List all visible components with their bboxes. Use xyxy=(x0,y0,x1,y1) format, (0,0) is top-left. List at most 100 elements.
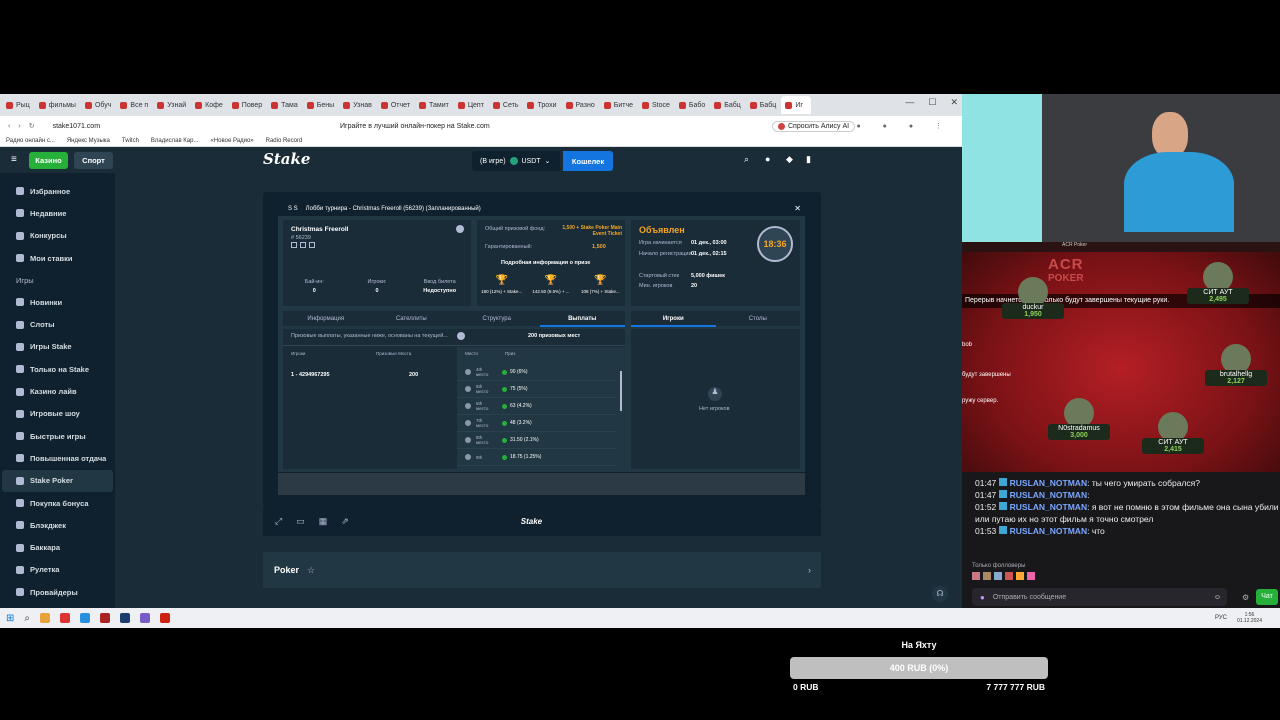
browser-tab[interactable]: Кофе xyxy=(191,96,227,114)
lobby-tab[interactable]: Выплаты xyxy=(540,316,626,322)
emote-icon[interactable] xyxy=(994,572,1002,580)
search-icon[interactable]: ⌕ xyxy=(744,154,749,165)
sidebar-item[interactable]: Игры Stake xyxy=(0,336,115,358)
emote-icon[interactable] xyxy=(1016,572,1024,580)
star-icon[interactable]: ☆ xyxy=(307,565,315,576)
sidebar-item[interactable]: Казино лайв xyxy=(0,380,115,402)
maximize-icon[interactable]: ☐ xyxy=(928,97,936,108)
chat-panel-icon[interactable]: ▮ xyxy=(806,154,811,165)
browser-tab[interactable]: Иг xyxy=(781,96,812,114)
browser-tab[interactable]: Рыц xyxy=(2,96,34,114)
sidebar-item[interactable]: Игровые шоу xyxy=(0,403,115,425)
sidebar-item[interactable]: Только на Stake xyxy=(0,358,115,380)
support-icon[interactable]: ☊ xyxy=(932,586,948,602)
sport-button[interactable]: Спорт xyxy=(74,152,113,169)
balance-selector[interactable]: (В игре) USDT ⌄ xyxy=(472,151,560,171)
obs-icon[interactable] xyxy=(140,613,150,623)
browser-tab[interactable]: Цепт xyxy=(454,96,488,114)
lang-indicator[interactable]: РУС xyxy=(1215,615,1227,621)
minimize-icon[interactable]: — xyxy=(905,97,914,108)
browser-tab[interactable]: Stoce xyxy=(638,96,674,114)
sidebar-item[interactable]: Рулетка xyxy=(0,559,115,581)
clock[interactable]: 1:56 01.12.2024 xyxy=(1237,612,1262,624)
stake-logo[interactable]: Stake xyxy=(263,150,310,168)
theatre-icon[interactable]: ▭ xyxy=(296,516,305,527)
casino-button[interactable]: Казино xyxy=(29,152,68,169)
browser-tab[interactable]: Бабо xyxy=(675,96,709,114)
info-icon[interactable] xyxy=(456,225,464,233)
mic-icon[interactable]: ● xyxy=(980,593,985,602)
bookmark-link[interactable]: Владислав Кар... xyxy=(151,138,199,144)
record-icon[interactable] xyxy=(160,613,170,623)
sidebar-item[interactable]: Провайдеры xyxy=(0,581,115,603)
wallet-button[interactable]: Кошелек xyxy=(563,151,613,171)
browser-tab[interactable]: Битче xyxy=(600,96,637,114)
message-user[interactable]: RUSLAN_NOTMAN xyxy=(1010,502,1087,512)
folder-icon[interactable] xyxy=(40,613,50,623)
browser-tab[interactable]: Обуч xyxy=(81,96,115,114)
lobby-close-icon[interactable]: ✕ xyxy=(794,204,801,213)
browser-tab[interactable]: Узнай xyxy=(153,96,190,114)
browser-tab[interactable]: Узнав xyxy=(339,96,376,114)
chat-input[interactable]: ● Отправить сообщение ☺ xyxy=(972,588,1227,606)
menu-icon[interactable]: ≡ xyxy=(11,154,17,165)
bookmark-link[interactable]: «Новое Радио» xyxy=(210,138,253,144)
emote-icon[interactable] xyxy=(1005,572,1013,580)
user-icon[interactable]: ● xyxy=(765,154,770,164)
app-icon[interactable] xyxy=(100,613,110,623)
browser-tab[interactable]: фильмы xyxy=(35,96,80,114)
players-tab[interactable]: Игроки xyxy=(631,316,716,322)
forward-icon[interactable]: › xyxy=(18,123,20,130)
sidebar-item[interactable]: Баккара xyxy=(0,536,115,558)
windows-icon[interactable]: ⊞ xyxy=(6,613,14,624)
yandex-icon[interactable] xyxy=(60,613,70,623)
browser-tab[interactable]: Сеть xyxy=(489,96,523,114)
prize-info-link[interactable]: Подробная информация о призе xyxy=(501,260,590,266)
sidebar-item[interactable]: Избранное xyxy=(0,180,115,202)
browser-tab[interactable]: Бены xyxy=(303,96,338,114)
bell-icon[interactable]: ◆ xyxy=(786,154,793,165)
settings-icon[interactable]: ⚙ xyxy=(1242,593,1249,602)
emote-picker-icon[interactable]: ☺ xyxy=(1214,594,1221,601)
lobby-tab[interactable]: Структура xyxy=(454,316,540,322)
bookmark-link[interactable]: Радио онлайн с... xyxy=(6,138,55,144)
scrollbar[interactable] xyxy=(620,371,622,411)
alice-button[interactable]: Спросить Алису AI xyxy=(772,120,856,132)
sidebar-item[interactable]: Конкурсы xyxy=(0,225,115,247)
back-icon[interactable]: ‹ xyxy=(8,123,10,130)
fullscreen-icon[interactable]: ⤢ xyxy=(275,516,282,527)
lobby-tab[interactable]: Информация xyxy=(283,316,369,322)
search-icon[interactable]: ⌕ xyxy=(24,613,30,624)
browser-tab[interactable]: Повер xyxy=(228,96,266,114)
browser-tab[interactable]: Тама xyxy=(267,96,302,114)
browser-tab[interactable]: Разно xyxy=(562,96,599,114)
players-tab[interactable]: Столы xyxy=(716,316,801,322)
bookmark-link[interactable]: Яндекс Музыка xyxy=(67,138,110,144)
sidebar-item[interactable]: Новинки xyxy=(0,291,115,313)
sidebar-item[interactable]: Быстрые игры xyxy=(0,425,115,447)
popout-icon[interactable]: ⇗ xyxy=(341,516,349,527)
sidebar-item[interactable]: Повышенная отдача xyxy=(0,447,115,469)
browser-icon[interactable] xyxy=(80,613,90,623)
message-user[interactable]: RUSLAN_NOTMAN xyxy=(1010,490,1087,500)
browser-tab[interactable]: Все п xyxy=(116,96,152,114)
sidebar-item[interactable]: Слоты xyxy=(0,313,115,335)
reload-icon[interactable]: ↻ xyxy=(29,122,35,130)
bookmark-link[interactable]: Radio Record xyxy=(266,138,303,144)
sidebar-item[interactable]: Блэкджек xyxy=(0,514,115,536)
browser-tab[interactable]: Отчет xyxy=(377,96,414,114)
emote-icon[interactable] xyxy=(972,572,980,580)
sidebar-item[interactable]: Покупка бонуса xyxy=(0,492,115,514)
browser-tab[interactable]: Тамит xyxy=(415,96,453,114)
close-icon[interactable]: ✕ xyxy=(950,97,958,108)
message-user[interactable]: RUSLAN_NOTMAN xyxy=(1010,526,1087,536)
emote-icon[interactable] xyxy=(1027,572,1035,580)
steam-icon[interactable] xyxy=(120,613,130,623)
chevron-right-icon[interactable]: › xyxy=(808,565,811,575)
url-field[interactable]: stake1071.com xyxy=(53,123,100,130)
note-info-icon[interactable] xyxy=(457,332,465,340)
message-user[interactable]: RUSLAN_NOTMAN xyxy=(1010,478,1087,488)
sidebar-item[interactable]: Недавние xyxy=(0,202,115,224)
browser-tab[interactable]: Бабц xyxy=(710,96,745,114)
browser-tab[interactable]: Бабц xyxy=(746,96,781,114)
